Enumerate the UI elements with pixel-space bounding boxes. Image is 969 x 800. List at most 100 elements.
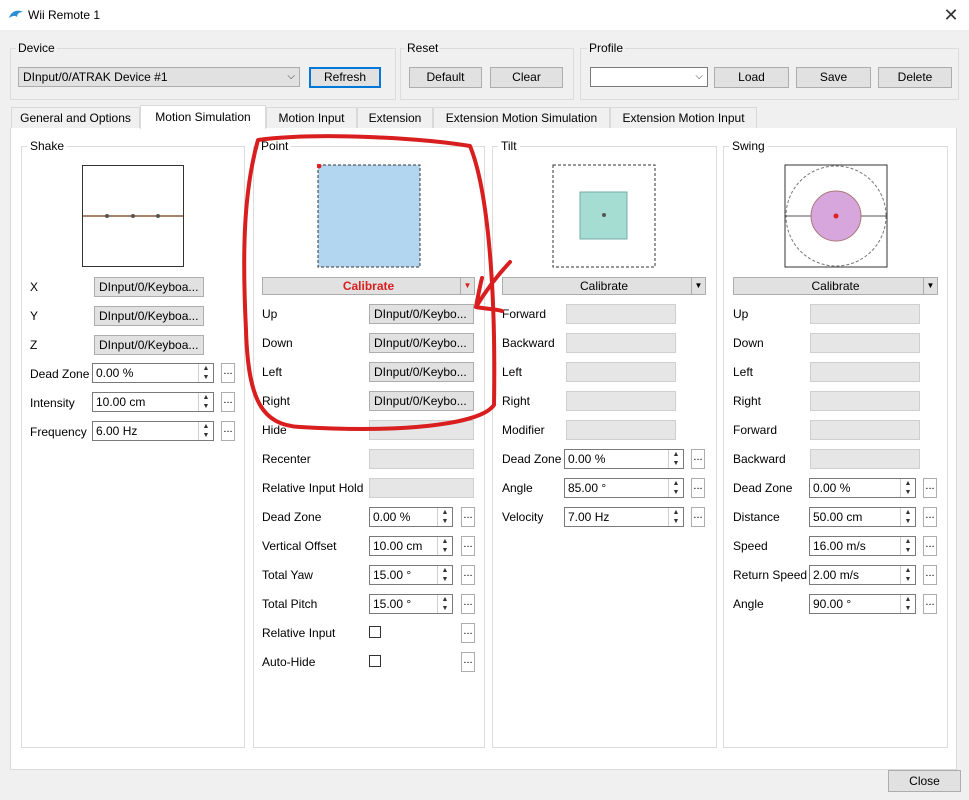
- tilt-deadzone-more-button[interactable]: ...: [691, 449, 705, 469]
- spin-arrows-icon[interactable]: ▲ ▼: [437, 508, 452, 526]
- tilt-forward-binding[interactable]: [566, 304, 676, 324]
- chevron-down-icon[interactable]: ▼: [691, 278, 705, 294]
- tilt-velocity-more-button[interactable]: ...: [691, 507, 705, 527]
- tilt-left-binding[interactable]: [566, 362, 676, 382]
- point-relative-input-hold-binding[interactable]: [369, 478, 474, 498]
- tab-extension-motion-input[interactable]: Extension Motion Input: [610, 107, 757, 128]
- point-hide-binding[interactable]: [369, 420, 474, 440]
- swing-return-speed-more-button[interactable]: ...: [923, 565, 937, 585]
- tab-motion-input[interactable]: Motion Input: [266, 107, 357, 128]
- tab-motion-simulation[interactable]: Motion Simulation: [140, 105, 266, 129]
- point-recenter-binding[interactable]: [369, 449, 474, 469]
- shake-intensity-more-button[interactable]: ...: [221, 392, 235, 412]
- tilt-title: Tilt: [498, 139, 520, 153]
- shake-intensity-label: Intensity: [30, 396, 75, 410]
- default-button[interactable]: Default: [409, 67, 482, 88]
- load-button[interactable]: Load: [714, 67, 789, 88]
- shake-frequency-more-button[interactable]: ...: [221, 421, 235, 441]
- shake-frequency-spinbox[interactable]: 6.00 Hz ▲ ▼: [92, 421, 214, 441]
- shake-deadzone-more-button[interactable]: ...: [221, 363, 235, 383]
- spin-arrows-icon[interactable]: ▲ ▼: [668, 479, 683, 497]
- profile-select[interactable]: ⌵: [590, 67, 708, 87]
- spin-arrows-icon[interactable]: ▲ ▼: [668, 450, 683, 468]
- shake-visual: [82, 165, 184, 267]
- point-vertical-offset-spinbox[interactable]: 10.00 cm ▲ ▼: [369, 536, 453, 556]
- point-total-pitch-more-button[interactable]: ...: [461, 594, 475, 614]
- shake-deadzone-spinbox[interactable]: 0.00 % ▲ ▼: [92, 363, 214, 383]
- point-deadzone-spinbox[interactable]: 0.00 % ▲ ▼: [369, 507, 453, 527]
- clear-button[interactable]: Clear: [490, 67, 563, 88]
- close-button[interactable]: Close: [888, 770, 961, 792]
- point-up-binding[interactable]: DInput/0/Keybo...: [369, 304, 474, 324]
- delete-button[interactable]: Delete: [878, 67, 952, 88]
- point-right-binding[interactable]: DInput/0/Keybo...: [369, 391, 474, 411]
- tilt-angle-more-button[interactable]: ...: [691, 478, 705, 498]
- point-relative-input-checkbox[interactable]: [369, 626, 381, 638]
- spin-arrows-icon[interactable]: ▲ ▼: [437, 566, 452, 584]
- point-total-pitch-spinbox[interactable]: 15.00 ° ▲ ▼: [369, 594, 453, 614]
- spin-arrows-icon[interactable]: ▲ ▼: [900, 537, 915, 555]
- spin-arrows-icon[interactable]: ▲ ▼: [437, 595, 452, 613]
- spin-arrows-icon[interactable]: ▲ ▼: [900, 566, 915, 584]
- swing-deadzone-value: 0.00 %: [813, 481, 851, 495]
- tilt-angle-spinbox[interactable]: 85.00 ° ▲ ▼: [564, 478, 684, 498]
- swing-deadzone-spinbox[interactable]: 0.00 % ▲ ▼: [809, 478, 916, 498]
- point-calibrate-button[interactable]: Calibrate ▼: [262, 277, 475, 295]
- shake-y-binding[interactable]: DInput/0/Keyboa...: [94, 306, 204, 326]
- chevron-down-icon[interactable]: ▼: [460, 278, 474, 294]
- save-button[interactable]: Save: [796, 67, 871, 88]
- tilt-left-label: Left: [502, 365, 523, 379]
- tilt-backward-binding[interactable]: [566, 333, 676, 353]
- spin-arrows-icon[interactable]: ▲ ▼: [900, 595, 915, 613]
- device-select[interactable]: DInput/0/ATRAK Device #1 ⌵: [18, 67, 300, 87]
- shake-intensity-spinbox[interactable]: 10.00 cm ▲ ▼: [92, 392, 214, 412]
- swing-distance-more-button[interactable]: ...: [923, 507, 937, 527]
- swing-up-binding[interactable]: [810, 304, 920, 324]
- point-total-yaw-spinbox[interactable]: 15.00 ° ▲ ▼: [369, 565, 453, 585]
- shake-x-binding[interactable]: DInput/0/Keyboa...: [94, 277, 204, 297]
- swing-deadzone-more-button[interactable]: ...: [923, 478, 937, 498]
- point-vertical-offset-value: 10.00 cm: [373, 539, 423, 553]
- spin-arrows-icon[interactable]: ▲ ▼: [900, 479, 915, 497]
- point-relative-input-more-button[interactable]: ...: [461, 623, 475, 643]
- tab-extension-motion-simulation[interactable]: Extension Motion Simulation: [433, 107, 610, 128]
- tilt-velocity-spinbox[interactable]: 7.00 Hz ▲ ▼: [564, 507, 684, 527]
- spin-arrows-icon[interactable]: ▲ ▼: [198, 393, 213, 411]
- swing-distance-label: Distance: [733, 510, 780, 524]
- point-total-yaw-more-button[interactable]: ...: [461, 565, 475, 585]
- window-close-button[interactable]: ✕: [936, 2, 966, 28]
- point-vertical-offset-more-button[interactable]: ...: [461, 536, 475, 556]
- spin-arrows-icon[interactable]: ▲ ▼: [198, 422, 213, 440]
- spin-arrows-icon[interactable]: ▲ ▼: [437, 537, 452, 555]
- swing-return-speed-spinbox[interactable]: 2.00 m/s ▲ ▼: [809, 565, 916, 585]
- swing-distance-spinbox[interactable]: 50.00 cm ▲ ▼: [809, 507, 916, 527]
- swing-backward-binding[interactable]: [810, 449, 920, 469]
- swing-left-binding[interactable]: [810, 362, 920, 382]
- chevron-down-icon[interactable]: ▼: [923, 278, 937, 294]
- swing-angle-spinbox[interactable]: 90.00 ° ▲ ▼: [809, 594, 916, 614]
- spin-arrows-icon[interactable]: ▲ ▼: [198, 364, 213, 382]
- spin-arrows-icon[interactable]: ▲ ▼: [900, 508, 915, 526]
- tab-extension[interactable]: Extension: [357, 107, 433, 128]
- swing-speed-more-button[interactable]: ...: [923, 536, 937, 556]
- tilt-deadzone-spinbox[interactable]: 0.00 % ▲ ▼: [564, 449, 684, 469]
- swing-angle-more-button[interactable]: ...: [923, 594, 937, 614]
- swing-calibrate-button[interactable]: Calibrate ▼: [733, 277, 938, 295]
- refresh-button[interactable]: Refresh: [309, 67, 381, 88]
- tilt-right-binding[interactable]: [566, 391, 676, 411]
- shake-y-label: Y: [30, 309, 39, 323]
- swing-down-binding[interactable]: [810, 333, 920, 353]
- swing-speed-spinbox[interactable]: 16.00 m/s ▲ ▼: [809, 536, 916, 556]
- point-auto-hide-more-button[interactable]: ...: [461, 652, 475, 672]
- spin-arrows-icon[interactable]: ▲ ▼: [668, 508, 683, 526]
- point-down-binding[interactable]: DInput/0/Keybo...: [369, 333, 474, 353]
- swing-forward-binding[interactable]: [810, 420, 920, 440]
- swing-right-binding[interactable]: [810, 391, 920, 411]
- tilt-modifier-binding[interactable]: [566, 420, 676, 440]
- point-deadzone-more-button[interactable]: ...: [461, 507, 475, 527]
- point-left-binding[interactable]: DInput/0/Keybo...: [369, 362, 474, 382]
- point-auto-hide-checkbox[interactable]: [369, 655, 381, 667]
- tilt-calibrate-button[interactable]: Calibrate ▼: [502, 277, 706, 295]
- tab-general-and-options[interactable]: General and Options: [11, 107, 140, 128]
- shake-z-binding[interactable]: DInput/0/Keyboa...: [94, 335, 204, 355]
